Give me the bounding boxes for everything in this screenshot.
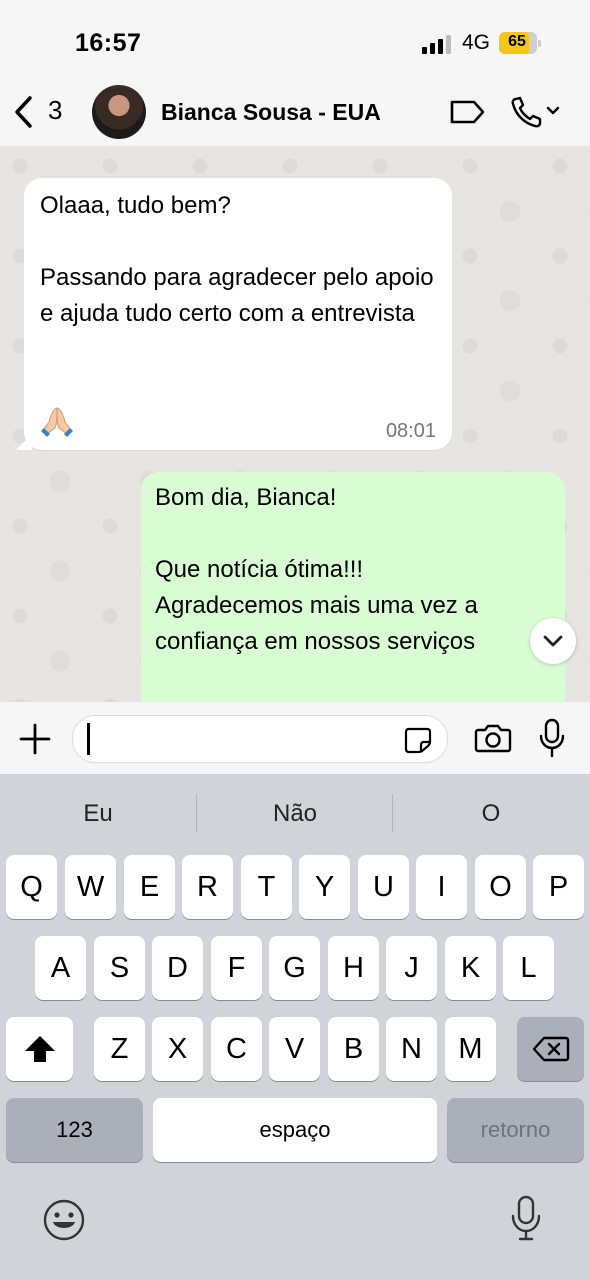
dictation-mic-icon[interactable] <box>510 1194 542 1242</box>
plus-icon[interactable] <box>18 722 52 756</box>
key-n[interactable]: N <box>386 1017 437 1081</box>
key-o[interactable]: O <box>475 855 526 919</box>
phone-call-icon[interactable] <box>510 95 562 129</box>
message-timestamp: 08:01 <box>385 420 436 442</box>
key-k[interactable]: K <box>445 936 496 1000</box>
key-d[interactable]: D <box>152 936 203 1000</box>
key-g[interactable]: G <box>269 936 320 1000</box>
key-y[interactable]: Y <box>299 855 350 919</box>
shift-arrow-icon <box>24 1036 55 1062</box>
chat-header: 3 Bianca Sousa - EUA <box>0 80 590 146</box>
on-screen-keyboard: Eu Não O Q W E R T Y U I O P A S D F G H… <box>0 774 590 1280</box>
text-caret <box>87 723 90 755</box>
contact-avatar[interactable] <box>92 85 146 139</box>
folded-hands-emoji-icon <box>41 407 73 437</box>
key-m[interactable]: M <box>445 1017 496 1081</box>
key-v[interactable]: V <box>269 1017 320 1081</box>
incoming-message-text: Olaaa, tudo bem? Passando para agradecer… <box>40 192 434 327</box>
back-chevron-icon[interactable] <box>10 94 38 130</box>
contact-name[interactable]: Bianca Sousa - EUA <box>161 99 381 126</box>
back-unread-count[interactable]: 3 <box>48 95 62 126</box>
chat-area[interactable]: Olaaa, tudo bem? Passando para agradecer… <box>0 146 590 702</box>
key-t[interactable]: T <box>241 855 292 919</box>
return-key[interactable]: retorno <box>447 1098 584 1162</box>
message-composer <box>0 702 590 774</box>
label-tag-icon[interactable] <box>448 98 486 126</box>
signal-icon <box>422 35 451 54</box>
key-e[interactable]: E <box>124 855 175 919</box>
key-l[interactable]: L <box>503 936 554 1000</box>
key-u[interactable]: U <box>358 855 409 919</box>
key-q[interactable]: Q <box>6 855 57 919</box>
scroll-to-bottom-button[interactable] <box>530 618 576 664</box>
message-input[interactable] <box>72 715 448 763</box>
outgoing-message-bubble[interactable]: Bom dia, Bianca! Que notícia ótima!!! Ag… <box>141 472 565 702</box>
key-b[interactable]: B <box>328 1017 379 1081</box>
key-f[interactable]: F <box>211 936 262 1000</box>
status-bar: 16:57 4G 65 <box>0 0 590 80</box>
status-time: 16:57 <box>75 29 142 57</box>
suggestion-3[interactable]: O <box>393 800 589 828</box>
key-i[interactable]: I <box>416 855 467 919</box>
camera-icon[interactable] <box>474 722 512 754</box>
key-w[interactable]: W <box>65 855 116 919</box>
bubble-tail <box>16 434 32 450</box>
outgoing-message-text: Bom dia, Bianca! Que notícia ótima!!! Ag… <box>155 484 478 655</box>
key-c[interactable]: C <box>211 1017 262 1081</box>
key-p[interactable]: P <box>533 855 584 919</box>
key-r[interactable]: R <box>182 855 233 919</box>
microphone-icon[interactable] <box>538 718 566 758</box>
numbers-key[interactable]: 123 <box>6 1098 143 1162</box>
chevron-down-icon <box>543 635 563 647</box>
suggestion-2[interactable]: Não <box>197 800 393 828</box>
predictive-bar: Eu Não O <box>0 774 590 854</box>
backspace-icon <box>532 1036 569 1062</box>
battery-level: 65 <box>508 33 526 50</box>
key-x[interactable]: X <box>152 1017 203 1081</box>
key-j[interactable]: J <box>386 936 437 1000</box>
battery-icon: 65 <box>499 32 541 54</box>
key-s[interactable]: S <box>94 936 145 1000</box>
network-label: 4G <box>462 31 491 54</box>
shift-key[interactable] <box>6 1017 73 1081</box>
incoming-message-bubble[interactable]: Olaaa, tudo bem? Passando para agradecer… <box>16 178 452 450</box>
key-h[interactable]: H <box>328 936 379 1000</box>
emoji-smiley-icon[interactable] <box>42 1198 86 1242</box>
key-a[interactable]: A <box>35 936 86 1000</box>
backspace-key[interactable] <box>517 1017 584 1081</box>
suggestion-1[interactable]: Eu <box>0 800 196 828</box>
key-z[interactable]: Z <box>94 1017 145 1081</box>
sticker-icon[interactable] <box>403 726 433 754</box>
space-key[interactable]: espaço <box>153 1098 437 1162</box>
